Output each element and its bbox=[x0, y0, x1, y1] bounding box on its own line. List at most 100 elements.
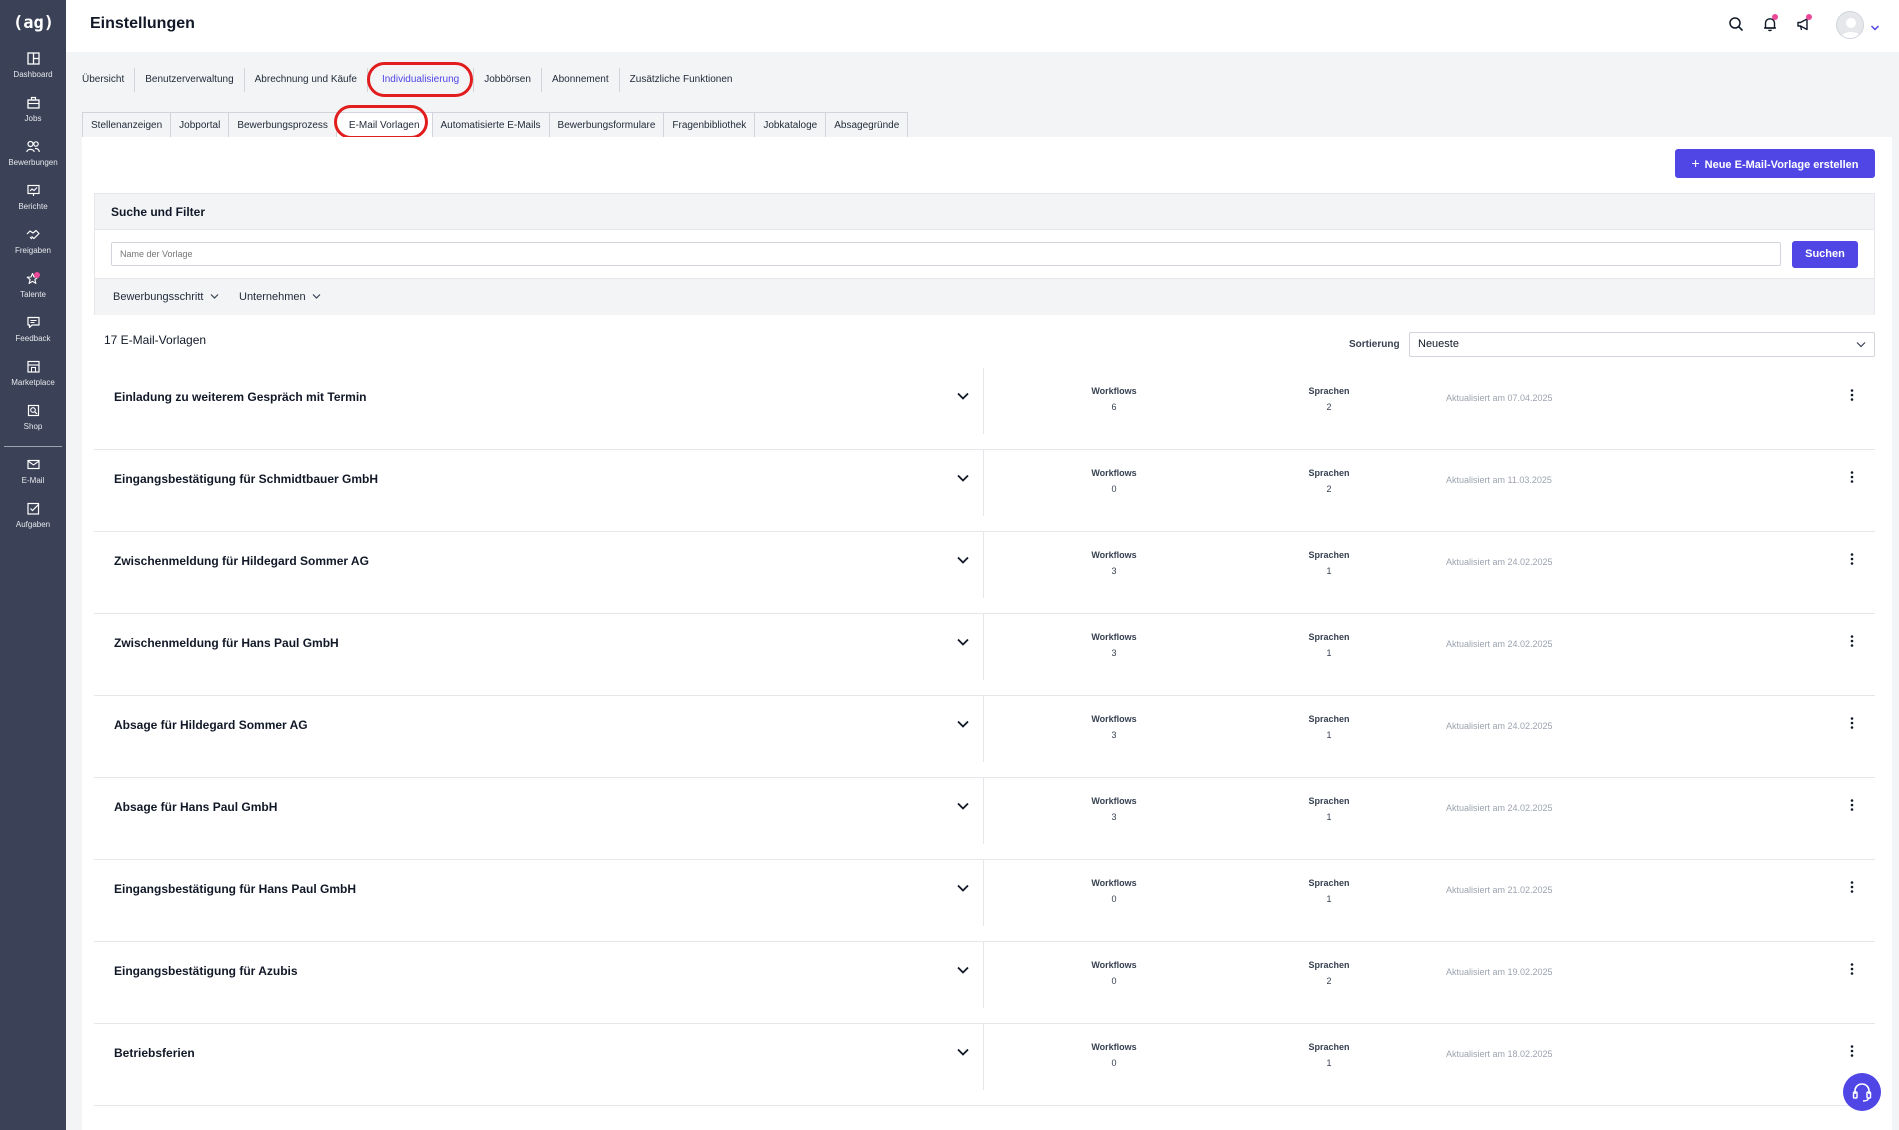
sidebar-item-shop[interactable]: Shop bbox=[0, 404, 66, 444]
template-name[interactable]: Zwischenmeldung für Hildegard Sommer AG bbox=[114, 554, 369, 568]
subtab-automatisierte-emails[interactable]: Automatisierte E-Mails bbox=[431, 112, 549, 137]
sidebar-item-label: Dashboard bbox=[13, 70, 53, 79]
row-divider bbox=[983, 696, 984, 762]
avatar[interactable] bbox=[1836, 11, 1864, 39]
expand-button[interactable] bbox=[956, 962, 970, 980]
sidebar-item-aufgaben[interactable]: Aufgaben bbox=[0, 502, 66, 542]
row-menu-button[interactable] bbox=[1849, 962, 1855, 981]
sidebar-item-bewerbungen[interactable]: Bewerbungen bbox=[0, 140, 66, 180]
filter-dropdowns: Bewerbungsschritt Unternehmen bbox=[95, 278, 1874, 315]
row-menu-button[interactable] bbox=[1849, 1044, 1855, 1063]
workflows-label: Workflows bbox=[1091, 1042, 1137, 1052]
languages-label: Sprachen bbox=[1308, 878, 1350, 888]
row-divider bbox=[983, 942, 984, 1008]
row-divider bbox=[983, 1024, 984, 1090]
tab-zusaetzliche-funktionen[interactable]: Zusätzliche Funktionen bbox=[620, 68, 743, 92]
template-search-input[interactable] bbox=[111, 242, 1781, 266]
expand-button[interactable] bbox=[956, 470, 970, 488]
row-menu-button[interactable] bbox=[1849, 388, 1855, 407]
row-menu-button[interactable] bbox=[1849, 552, 1855, 571]
sidebar-item-talente[interactable]: Talente bbox=[0, 272, 66, 312]
template-name[interactable]: Absage für Hildegard Sommer AG bbox=[114, 718, 308, 732]
sidebar-item-feedback[interactable]: Feedback bbox=[0, 316, 66, 356]
shop-icon bbox=[27, 404, 39, 417]
search-button[interactable] bbox=[1728, 16, 1748, 36]
template-name[interactable]: Eingangsbestätigung für Azubis bbox=[114, 964, 298, 978]
notifications-button[interactable] bbox=[1762, 14, 1782, 36]
row-menu-button[interactable] bbox=[1849, 798, 1855, 817]
tab-uebersicht[interactable]: Übersicht bbox=[72, 68, 136, 92]
languages-label: Sprachen bbox=[1308, 796, 1350, 806]
sidebar-item-freigaben[interactable]: Freigaben bbox=[0, 228, 66, 268]
tab-benutzerverwaltung[interactable]: Benutzerverwaltung bbox=[135, 68, 245, 92]
filter-title: Suche und Filter bbox=[95, 194, 1874, 230]
template-name[interactable]: Betriebsferien bbox=[114, 1046, 195, 1060]
sidebar-item-berichte[interactable]: Berichte bbox=[0, 184, 66, 224]
template-name[interactable]: Absage für Hans Paul GmbH bbox=[114, 800, 277, 814]
template-row[interactable]: Eingangsbestätigung für Hans Paul GmbH Wo… bbox=[94, 860, 1875, 942]
filter-bewerbungsschritt-label: Bewerbungsschritt bbox=[113, 291, 204, 303]
subtab-fragenbibliothek[interactable]: Fragenbibliothek bbox=[663, 112, 755, 137]
languages-count: 2 bbox=[1326, 402, 1332, 412]
row-menu-button[interactable] bbox=[1849, 470, 1855, 489]
template-name[interactable]: Eingangsbestätigung für Schmidtbauer Gmb… bbox=[114, 472, 378, 486]
template-row[interactable]: Absage für Hildegard Sommer AG Workflows 3… bbox=[94, 696, 1875, 778]
subtab-jobkataloge[interactable]: Jobkataloge bbox=[754, 112, 826, 137]
expand-button[interactable] bbox=[956, 552, 970, 570]
template-name[interactable]: Einladung zu weiterem Gespräch mit Termi… bbox=[114, 390, 367, 404]
search-submit-button[interactable]: Suchen bbox=[1792, 241, 1858, 268]
languages-label: Sprachen bbox=[1308, 468, 1350, 478]
languages-count: 2 bbox=[1326, 484, 1332, 494]
row-menu-button[interactable] bbox=[1849, 634, 1855, 653]
tab-jobboersen[interactable]: Jobbörsen bbox=[474, 68, 542, 92]
sidebar-item-dashboard[interactable]: Dashboard bbox=[0, 52, 66, 92]
tab-abrechnung[interactable]: Abrechnung und Käufe bbox=[245, 68, 368, 92]
subtab-absagegruende[interactable]: Absagegründe bbox=[825, 112, 909, 137]
template-row[interactable]: Eingangsbestätigung für Azubis Workflows 0… bbox=[94, 942, 1875, 1024]
user-avatar-icon bbox=[1841, 18, 1861, 38]
template-row[interactable]: Absage für Hans Paul GmbH Workflows 3 Sprac… bbox=[94, 778, 1875, 860]
sidebar-item-jobs[interactable]: Jobs bbox=[0, 96, 66, 136]
expand-button[interactable] bbox=[956, 388, 970, 406]
row-menu-button[interactable] bbox=[1849, 880, 1855, 899]
announcements-button[interactable] bbox=[1796, 14, 1816, 36]
sidebar-item-label: Bewerbungen bbox=[8, 158, 58, 167]
updated-date: Aktualisiert am 24.02.2025 bbox=[1446, 639, 1553, 649]
row-divider bbox=[983, 450, 984, 516]
user-menu-chevron[interactable] bbox=[1870, 19, 1880, 37]
tab-abonnement[interactable]: Abonnement bbox=[542, 68, 620, 92]
more-vertical-icon bbox=[1850, 799, 1854, 811]
template-name[interactable]: Zwischenmeldung für Hans Paul GmbH bbox=[114, 636, 339, 650]
subtab-bewerbungsprozess[interactable]: Bewerbungsprozess bbox=[228, 112, 336, 137]
template-row[interactable]: Betriebsferien Workflows 0 Sprachen 1 Aktuali… bbox=[94, 1024, 1875, 1106]
template-name[interactable]: Eingangsbestätigung für Hans Paul GmbH bbox=[114, 882, 356, 896]
workflows-stat: Workflows 0 bbox=[1074, 468, 1154, 494]
sidebar-item-marketplace[interactable]: Marketplace bbox=[0, 360, 66, 400]
subtab-bewerbungsformulare[interactable]: Bewerbungsformulare bbox=[548, 112, 664, 137]
template-row[interactable]: Eingangsbestätigung für Schmidtbauer Gmb… bbox=[94, 450, 1875, 532]
help-chat-button[interactable] bbox=[1843, 1073, 1881, 1111]
expand-button[interactable] bbox=[956, 880, 970, 898]
template-row[interactable]: Zwischenmeldung für Hans Paul GmbH Workfl… bbox=[94, 614, 1875, 696]
expand-button[interactable] bbox=[956, 1044, 970, 1062]
plus-icon: + bbox=[1691, 155, 1700, 171]
sort-select[interactable]: Neueste bbox=[1409, 332, 1875, 357]
filter-bewerbungsschritt[interactable]: Bewerbungsschritt bbox=[113, 291, 219, 303]
sidebar-item-email[interactable]: E-Mail bbox=[0, 458, 66, 498]
sidebar-item-label: Feedback bbox=[15, 334, 51, 343]
subtab-stellenanzeigen[interactable]: Stellenanzeigen bbox=[82, 112, 171, 137]
subtab-jobportal[interactable]: Jobportal bbox=[170, 112, 229, 137]
app-logo[interactable]: (ag) bbox=[13, 10, 54, 36]
expand-button[interactable] bbox=[956, 716, 970, 734]
languages-label: Sprachen bbox=[1308, 1042, 1350, 1052]
template-row[interactable]: Einladung zu weiterem Gespräch mit Termi… bbox=[94, 368, 1875, 450]
expand-button[interactable] bbox=[956, 634, 970, 652]
template-row[interactable]: Zwischenmeldung für Hildegard Sommer AG W… bbox=[94, 532, 1875, 614]
expand-button[interactable] bbox=[956, 798, 970, 816]
filter-unternehmen[interactable]: Unternehmen bbox=[239, 291, 321, 303]
new-email-template-button[interactable]: + Neue E-Mail-Vorlage erstellen bbox=[1675, 149, 1875, 178]
updated-date: Aktualisiert am 24.02.2025 bbox=[1446, 557, 1553, 567]
workflows-label: Workflows bbox=[1091, 878, 1137, 888]
row-menu-button[interactable] bbox=[1849, 716, 1855, 735]
languages-count: 1 bbox=[1326, 894, 1332, 904]
